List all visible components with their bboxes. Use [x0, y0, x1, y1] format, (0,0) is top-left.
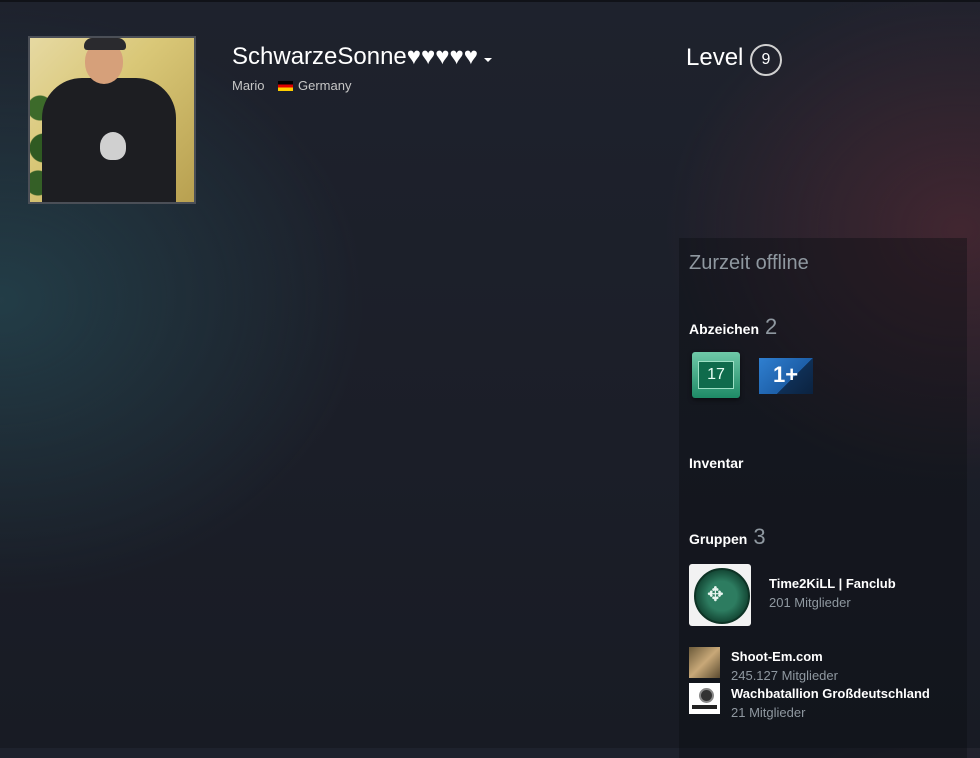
group-time2kill-avatar-icon[interactable]: ✥	[689, 564, 751, 626]
country-name: Germany	[298, 78, 352, 93]
group-name-link[interactable]: Wachbatallion Großdeutschland	[731, 686, 930, 701]
group-name-link[interactable]: Time2KiLL | Fanclub	[769, 576, 896, 591]
emblem-bar-detail	[692, 705, 717, 709]
badges-section-link[interactable]: Abzeichen 2	[689, 314, 777, 340]
badges-title: Abzeichen	[689, 321, 760, 337]
profile-avatar[interactable]	[28, 36, 196, 204]
avatar-skull-detail	[100, 132, 126, 160]
community-badge-icon[interactable]: 1+	[759, 358, 813, 394]
groups-count: 3	[753, 524, 766, 549]
group-wachbatallion-avatar-icon[interactable]	[689, 683, 720, 714]
eagle-emblem-icon: ✥	[707, 582, 724, 606]
group-shootem-avatar-icon[interactable]	[689, 647, 720, 678]
level-badge[interactable]: 9	[750, 44, 782, 76]
groups-section-link[interactable]: Gruppen 3	[689, 524, 766, 550]
persona-name: SchwarzeSonne♥♥♥♥♥	[232, 43, 479, 70]
germany-flag-icon	[278, 81, 293, 91]
real-name: Mario	[232, 78, 265, 93]
emblem-dot-detail	[699, 688, 714, 703]
years-of-service-badge-icon[interactable]: 17	[692, 352, 740, 398]
badge-community-label: 1+	[773, 362, 799, 387]
top-border	[0, 0, 980, 2]
groups-title: Gruppen	[689, 531, 748, 547]
group-name-link[interactable]: Shoot-Em.com	[731, 649, 823, 664]
group-member-count: 245.127 Mitglieder	[731, 668, 838, 683]
level-label: Level	[686, 44, 744, 71]
online-status: Zurzeit offline	[689, 252, 809, 274]
group-member-count: 21 Mitglieder	[731, 705, 806, 720]
inventory-link[interactable]: Inventar	[689, 455, 743, 471]
avatar-cap-detail	[84, 38, 126, 50]
group-member-count: 201 Mitglieder	[769, 595, 851, 610]
badge-years-label: 17	[698, 361, 734, 389]
badges-count: 2	[765, 314, 778, 339]
profile-sidebar: Zurzeit offline Abzeichen 2 17 1+ Inventa…	[679, 238, 967, 758]
persona-history-dropdown-icon[interactable]	[484, 58, 492, 62]
